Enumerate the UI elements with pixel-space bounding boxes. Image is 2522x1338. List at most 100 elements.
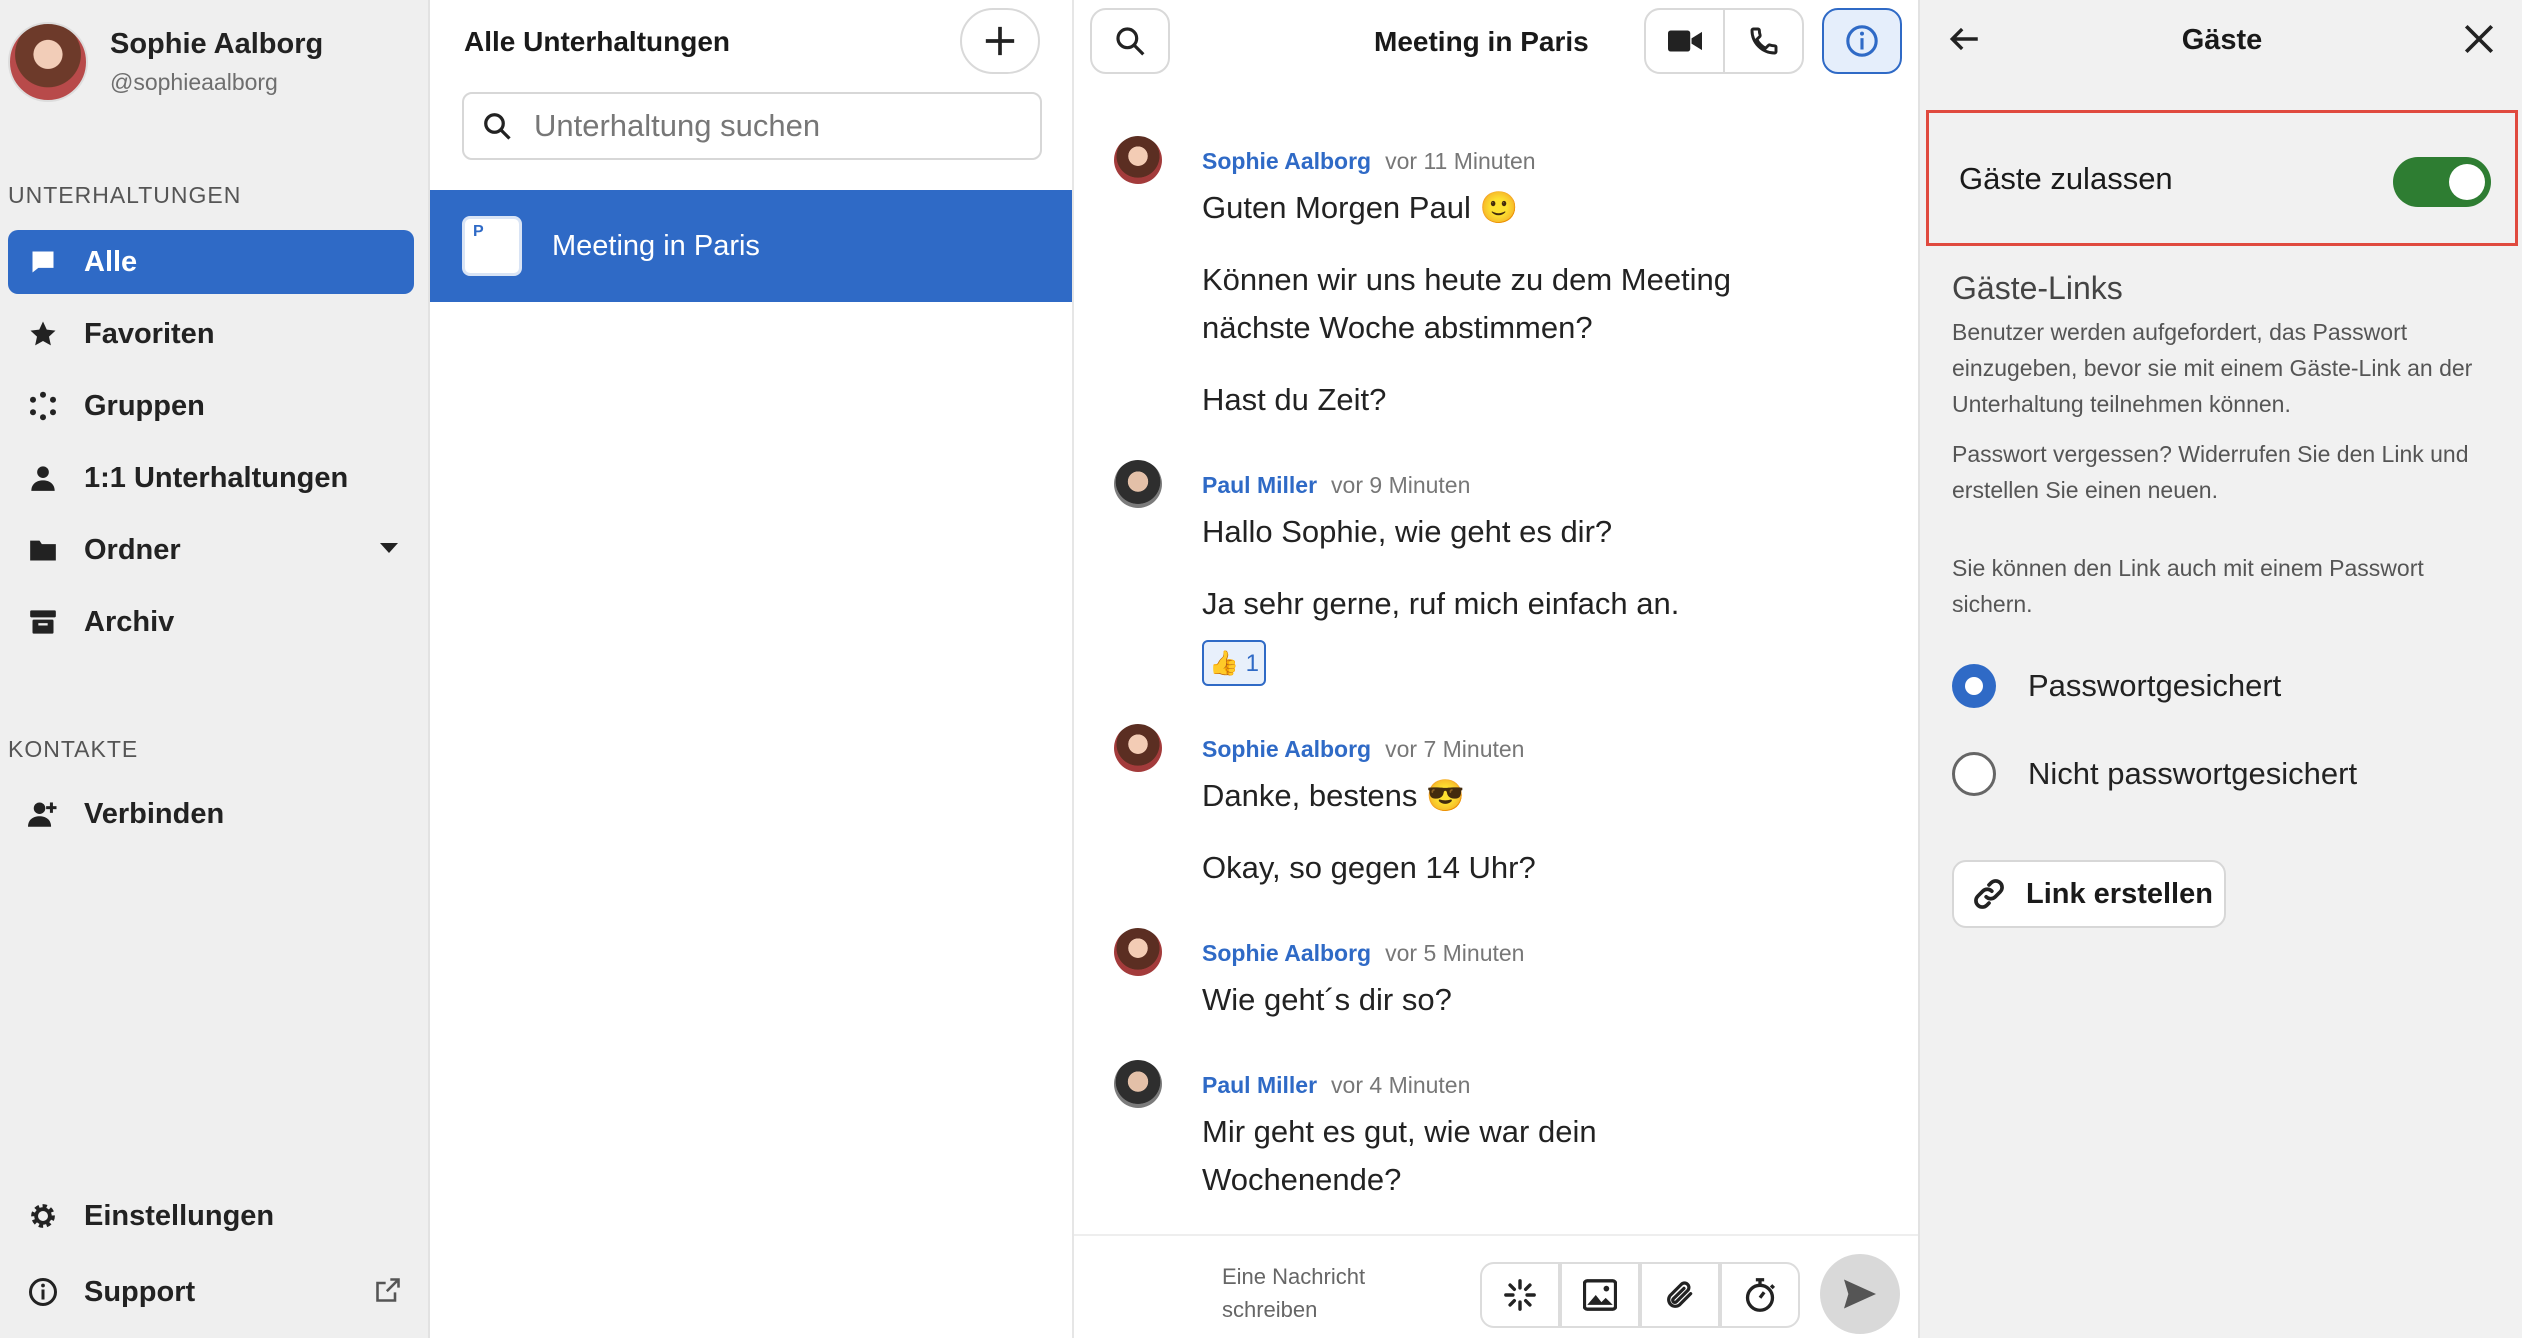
group-dots-icon [26, 389, 60, 423]
user-profile[interactable]: Sophie Aalborg @sophieaalborg [8, 22, 323, 102]
attach-file-button[interactable] [1640, 1262, 1720, 1328]
sidebar-item-archive[interactable]: Archiv [8, 590, 414, 654]
plus-icon [983, 24, 1017, 58]
sidebar-item-label: Verbinden [84, 797, 225, 830]
avatar [1114, 136, 1162, 184]
paperclip-icon [1664, 1278, 1696, 1312]
message-text: Wie geht´s dir so? [1202, 982, 1452, 1017]
sparkle-icon [1503, 1278, 1537, 1312]
chat-area: Meeting in Paris Sophie Aalborg vor 11 Mi… [1074, 0, 1918, 1338]
panel-title: Gäste [2181, 24, 2263, 56]
emoji-effects-button[interactable] [1480, 1262, 1560, 1328]
sidebar-item-favorites[interactable]: Favoriten [8, 302, 414, 366]
folder-icon [26, 533, 60, 567]
allow-guests-label: Gäste zulassen [1959, 161, 2173, 196]
sidebar-item-connect[interactable]: Verbinden [8, 782, 414, 846]
sidebar-item-label: Archiv [84, 605, 175, 638]
section-conversations: UNTERHALTUNGEN [8, 182, 242, 208]
radio-password-protected[interactable]: Passwortgesichert [1952, 664, 2281, 708]
message-meta: Paul Miller vor 9 Minuten [1202, 472, 1470, 499]
new-conversation-button[interactable] [960, 8, 1040, 74]
sidebar: Sophie Aalborg @sophieaalborg UNTERHALTU… [0, 0, 430, 1338]
guest-links-password-hint: Sie können den Link auch mit einem Passw… [1952, 555, 2424, 617]
message-text: Mir geht es gut, wie war dein Wochenende… [1202, 1114, 1597, 1197]
info-icon [26, 1275, 60, 1309]
search-icon [482, 111, 512, 141]
sidebar-item-folders[interactable]: Ordner [8, 518, 414, 582]
guest-links-hint: Passwort vergessen? Widerrufen Sie den L… [1952, 441, 2469, 503]
message-time: vor 11 Minuten [1385, 148, 1536, 174]
sidebar-item-label: Gruppen [84, 389, 205, 422]
link-icon [1972, 877, 2026, 911]
message-text: Ja sehr gerne, ruf mich einfach an. [1202, 586, 1680, 621]
gear-icon [26, 1199, 60, 1233]
avatar [1114, 928, 1162, 976]
message-text: Hallo Sophie, wie geht es dir? [1202, 514, 1613, 549]
sidebar-item-support[interactable]: Support [8, 1260, 414, 1324]
conversation-item[interactable]: P Meeting in Paris [430, 190, 1072, 302]
phone-call-button[interactable] [1725, 10, 1802, 72]
avatar [8, 22, 88, 102]
message-meta: Paul Miller vor 4 Minuten [1202, 1072, 1470, 1099]
search-placeholder: Unterhaltung suchen [534, 108, 821, 143]
search-icon [1114, 25, 1146, 57]
conversation-thumbnail: P [462, 216, 522, 276]
message-text: Guten Morgen Paul 🙂 [1202, 190, 1519, 225]
send-icon [1842, 1278, 1878, 1310]
message-author[interactable]: Paul Miller [1202, 1072, 1317, 1098]
radio-label: Nicht passwortgesichert [2028, 756, 2358, 791]
section-contacts: KONTAKTE [8, 736, 139, 762]
message-meta: Sophie Aalborg vor 7 Minuten [1202, 736, 1524, 763]
sidebar-item-groups[interactable]: Gruppen [8, 374, 414, 438]
person-icon [26, 461, 60, 495]
video-camera-icon [1667, 28, 1702, 54]
radio-label: Passwortgesichert [2028, 668, 2282, 703]
message-author[interactable]: Sophie Aalborg [1202, 736, 1371, 762]
sidebar-item-label: Ordner [84, 533, 181, 566]
sidebar-item-direct[interactable]: 1:1 Unterhaltungen [8, 446, 414, 510]
guest-links-heading: Gäste-Links [1952, 270, 2123, 306]
avatar [1114, 724, 1162, 772]
message-text: Können wir uns heute zu dem Meeting näch… [1202, 262, 1732, 345]
image-upload-button[interactable] [1560, 1262, 1640, 1328]
message-time: vor 4 Minuten [1331, 1072, 1471, 1098]
message-text: Hast du Zeit? [1202, 382, 1387, 417]
stopwatch-icon [1743, 1277, 1777, 1313]
conversation-list-title: Alle Unterhaltungen [464, 26, 731, 57]
message-meta: Sophie Aalborg vor 5 Minuten [1202, 940, 1524, 967]
allow-guests-toggle[interactable] [2393, 157, 2491, 207]
message-time: vor 9 Minuten [1331, 472, 1471, 498]
avatar [1114, 460, 1162, 508]
chevron-down-icon[interactable] [380, 542, 398, 554]
message-text: Okay, so gegen 14 Uhr? [1202, 850, 1536, 885]
message-time: vor 7 Minuten [1385, 736, 1525, 762]
timer-button[interactable] [1720, 1262, 1800, 1328]
message-author[interactable]: Paul Miller [1202, 472, 1317, 498]
message-author[interactable]: Sophie Aalborg [1202, 940, 1371, 966]
user-handle: @sophieaalborg [110, 69, 278, 95]
message-author[interactable]: Sophie Aalborg [1202, 148, 1371, 174]
chat-search-button[interactable] [1090, 8, 1170, 74]
close-icon[interactable] [2462, 22, 2496, 56]
guests-panel: Gäste Gäste zulassen Gäste-Links Benutze… [1918, 0, 2522, 1338]
app-window: Sophie Aalborg @sophieaalborg UNTERHALTU… [0, 0, 2522, 1338]
image-icon [1583, 1279, 1617, 1311]
user-name: Sophie Aalborg [110, 28, 324, 60]
message-input[interactable]: Eine Nachricht schreiben [1222, 1260, 1402, 1326]
reaction-badge[interactable]: 👍 1 [1202, 640, 1266, 686]
sidebar-item-label: Einstellungen [84, 1199, 275, 1232]
radio-selected-icon [1952, 664, 1996, 708]
conversation-search-input[interactable]: Unterhaltung suchen [462, 92, 1042, 160]
send-button[interactable] [1820, 1254, 1900, 1334]
sidebar-item-label: Support [84, 1275, 196, 1308]
create-link-button[interactable]: Link erstellen [1952, 860, 2226, 928]
archive-icon [26, 605, 60, 639]
sidebar-item-settings[interactable]: Einstellungen [8, 1184, 414, 1248]
info-panel-button[interactable] [1822, 8, 1902, 74]
chat-bubble-icon [26, 245, 60, 279]
sidebar-item-all[interactable]: Alle [8, 230, 414, 294]
sidebar-item-label: Alle [84, 245, 138, 278]
sidebar-item-label: 1:1 Unterhaltungen [84, 461, 349, 494]
video-call-button[interactable] [1646, 10, 1725, 72]
radio-not-password-protected[interactable]: Nicht passwortgesichert [1952, 752, 2357, 796]
